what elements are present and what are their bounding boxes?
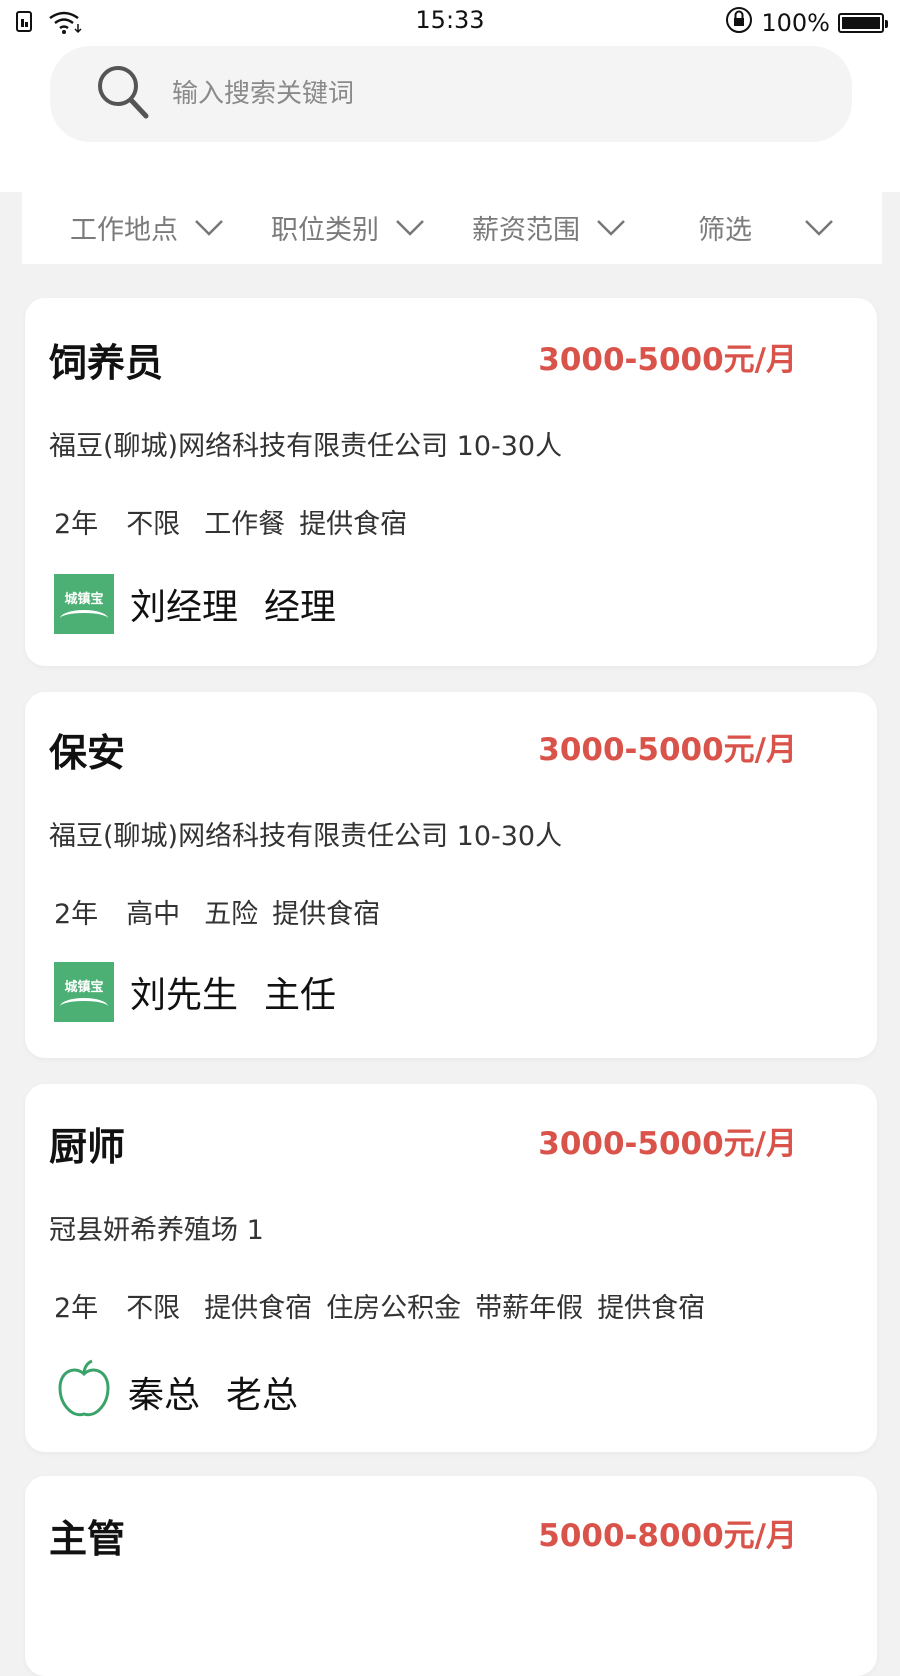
tag: 住房公积金 (326, 1293, 462, 1324)
job-salary: 3000-5000元/月 (538, 342, 797, 378)
tag: 提供食宿 (204, 1293, 313, 1324)
filter-more[interactable]: 筛选 (698, 208, 834, 247)
lock-rotation-icon (725, 6, 753, 40)
tag: 2年 (54, 899, 99, 930)
apple-icon (54, 1358, 114, 1426)
job-card[interactable]: 主管 5000-8000元/月 (25, 1476, 877, 1676)
company-logo: 城镇宝 (54, 962, 114, 1022)
tag: 高中 (126, 899, 181, 930)
job-title: 主管 (49, 1517, 126, 1561)
tag: 提供食宿 (597, 1293, 706, 1324)
tag: 五险 (204, 899, 259, 930)
chevron-down-icon (195, 219, 223, 236)
filter-label: 筛选 (698, 215, 752, 246)
contact-name: 秦总 (128, 1375, 201, 1416)
job-title: 保安 (49, 731, 126, 775)
company-info: 福豆(聊城)网络科技有限责任公司 10-30人 (49, 431, 563, 462)
job-title: 厨师 (49, 1125, 126, 1169)
filter-salary[interactable]: 薪资范围 (472, 208, 626, 247)
company-info: 冠县妍希养殖场 1 (49, 1215, 264, 1246)
search-icon[interactable] (96, 64, 150, 124)
job-card[interactable]: 厨师 3000-5000元/月 冠县妍希养殖场 1 2年 不限 提供食宿 住房公… (25, 1084, 877, 1452)
job-tags: 2年 高中 五险 提供食宿 (54, 892, 394, 931)
filter-label: 职位类别 (271, 215, 379, 246)
chevron-down-icon (805, 219, 833, 236)
job-salary: 5000-8000元/月 (538, 1518, 797, 1554)
contact-name: 刘先生 (130, 975, 239, 1016)
battery-icon (838, 13, 888, 33)
job-salary: 3000-5000元/月 (538, 1126, 797, 1162)
company-info: 福豆(聊城)网络科技有限责任公司 10-30人 (49, 821, 563, 852)
tag: 工作餐 (204, 509, 286, 540)
contact-role: 主任 (264, 975, 337, 1016)
tag: 2年 (54, 1293, 99, 1324)
job-card[interactable]: 饲养员 3000-5000元/月 福豆(聊城)网络科技有限责任公司 10-30人… (25, 298, 877, 666)
job-title: 饲养员 (49, 341, 164, 385)
filter-bar: 工作地点 职位类别 薪资范围 筛选 (22, 192, 882, 264)
tag: 提供食宿 (272, 899, 381, 930)
job-tags: 2年 不限 提供食宿 住房公积金 带薪年假 提供食宿 (54, 1286, 719, 1325)
tag: 提供食宿 (299, 509, 408, 540)
contact: 城镇宝 刘先生 主任 (54, 962, 336, 1022)
job-salary: 3000-5000元/月 (538, 732, 797, 768)
tag: 不限 (126, 509, 181, 540)
battery-percent: 100% (761, 9, 830, 37)
contact: 秦总 老总 (54, 1358, 298, 1426)
contact-role: 经理 (264, 587, 337, 628)
chevron-down-icon (396, 219, 424, 236)
company-logo: 城镇宝 (54, 574, 114, 634)
filter-label: 薪资范围 (472, 215, 580, 246)
chevron-down-icon (597, 219, 625, 236)
tag: 不限 (126, 1293, 181, 1324)
status-icons-right: 100% (725, 6, 888, 40)
contact-name: 刘经理 (130, 587, 239, 628)
filter-category[interactable]: 职位类别 (271, 208, 425, 247)
filter-location[interactable]: 工作地点 (70, 208, 224, 247)
contact: 城镇宝 刘经理 经理 (54, 574, 336, 634)
search-input[interactable] (170, 78, 774, 110)
tag: 2年 (54, 509, 99, 540)
job-tags: 2年 不限 工作餐 提供食宿 (54, 502, 421, 541)
tag: 带薪年假 (475, 1293, 584, 1324)
contact-role: 老总 (226, 1375, 299, 1416)
status-bar: 15:33 100% (0, 0, 900, 46)
search-bar[interactable] (50, 46, 852, 142)
filter-label: 工作地点 (70, 215, 178, 246)
job-card[interactable]: 保安 3000-5000元/月 福豆(聊城)网络科技有限责任公司 10-30人 … (25, 692, 877, 1058)
